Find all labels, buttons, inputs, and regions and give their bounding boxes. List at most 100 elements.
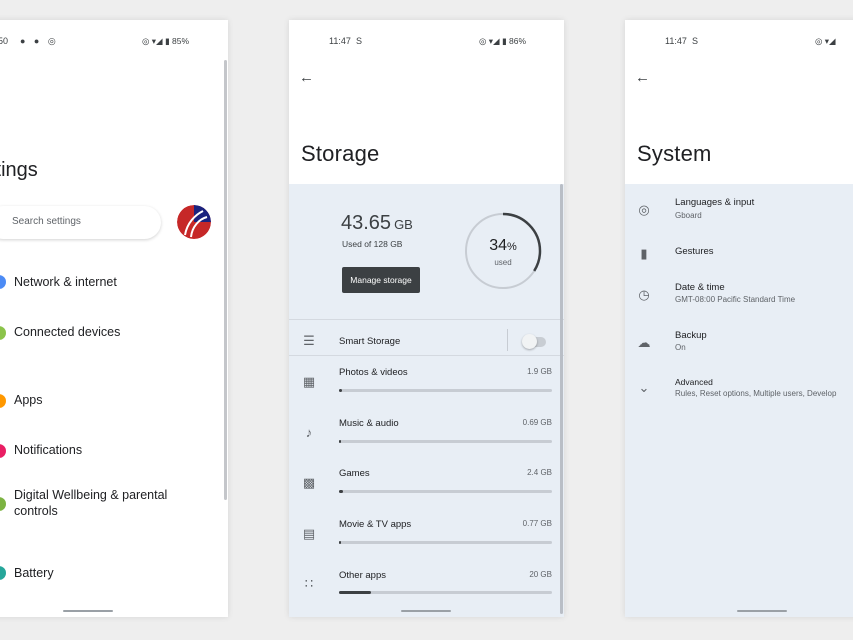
back-arrow-icon[interactable]: ← — [635, 68, 655, 88]
page-title: ttings — [0, 159, 38, 181]
gesture-bar[interactable] — [401, 610, 451, 612]
battery-percent: 85% — [171, 36, 189, 46]
status-bar: 11:47 S ◎ ▾◢ — [625, 36, 853, 48]
settings-item-label-line2: controls — [14, 504, 58, 518]
search-settings-input[interactable]: Search settings — [0, 206, 161, 239]
usage-caption: used — [494, 258, 512, 267]
storage-category-row[interactable]: ♪ Music & audio 0.69 GB — [289, 415, 564, 465]
category-label: Other apps — [339, 570, 386, 581]
toggle-divider — [507, 329, 508, 351]
category-size: 2.4 GB — [527, 468, 552, 477]
settings-screen: 50 ● ● ◎ ◎ ▾◢ ▮ 85% ttings Search settin… — [0, 20, 228, 617]
notification-icons: S — [356, 36, 366, 46]
used-of-total: Used of 128 GB — [342, 239, 403, 249]
scrollbar[interactable] — [224, 60, 227, 500]
storage-category-row[interactable]: ▦ Photos & videos 1.9 GB — [289, 364, 564, 414]
category-usage-bar — [339, 541, 552, 544]
notification-icons: ● ● ◎ — [20, 36, 59, 46]
photos-icon: ▦ — [302, 374, 316, 389]
status-bar: 50 ● ● ◎ ◎ ▾◢ ▮ 85% — [0, 36, 228, 48]
system-item-label: Gestures — [675, 246, 714, 257]
storage-screen: 11:47 S ◎ ▾◢ ▮ 86% ← Storage 43.65 GB Use… — [289, 20, 564, 617]
usage-percent-value: 34 — [489, 237, 507, 254]
settings-item-label: Notifications — [14, 443, 83, 457]
network-icon — [0, 275, 6, 289]
gesture-bar[interactable] — [63, 610, 113, 612]
category-label: Photos & videos — [339, 367, 408, 378]
category-usage-fill — [339, 541, 341, 544]
apps-icon — [0, 394, 6, 408]
gestures-icon: ▮ — [640, 246, 648, 261]
category-usage-bar — [339, 389, 552, 392]
smart-storage-row[interactable]: ☰ Smart Storage — [289, 325, 564, 355]
avatar[interactable] — [177, 205, 211, 239]
divider — [289, 355, 564, 356]
manage-storage-button[interactable]: Manage storage — [342, 267, 420, 293]
used-amount: 43.65 GB — [341, 212, 413, 235]
category-usage-bar — [339, 440, 552, 443]
globe-icon: ◎ — [638, 202, 650, 217]
system-item-label: Backup — [675, 330, 707, 341]
system-item-sub: Gboard — [675, 211, 702, 220]
category-usage-bar — [339, 490, 552, 493]
status-icons: ◎ ▾◢ ▮ 86% — [479, 36, 526, 46]
settings-item-label-line1: Digital Wellbeing & parental — [14, 488, 168, 502]
used-amount-value: 43.65 — [341, 212, 392, 234]
usage-percent-sign: % — [507, 241, 517, 253]
apps-grid-icon: ∷ — [304, 576, 314, 591]
category-usage-fill — [339, 591, 371, 594]
system-item-date-time[interactable]: ◷ Date & time GMT-08:00 Pacific Standard… — [625, 278, 853, 318]
clock-icon: ◷ — [638, 287, 650, 302]
system-item-languages[interactable]: ◎ Languages & input Gboard — [625, 194, 853, 234]
battery-percent: 86% — [508, 36, 526, 46]
used-amount-unit: GB — [394, 217, 413, 232]
status-time: 50 — [0, 36, 9, 46]
category-size: 0.69 GB — [522, 418, 552, 427]
usage-percent: 34% — [463, 237, 543, 255]
page-title: Storage — [301, 141, 380, 166]
status-time: 11:47 — [665, 36, 687, 46]
settings-item-label: Connected devices — [14, 325, 121, 339]
category-size: 20 GB — [529, 570, 552, 579]
category-usage-bar — [339, 591, 552, 594]
settings-item-label: Apps — [14, 393, 43, 407]
gesture-bar[interactable] — [737, 610, 787, 612]
system-item-sub: On — [675, 343, 686, 352]
system-item-label: Advanced — [675, 377, 713, 387]
divider — [289, 319, 564, 320]
status-icons: ◎ ▾◢ ▮ 85% — [142, 36, 189, 46]
system-item-label: Languages & input — [675, 197, 755, 208]
back-arrow-icon[interactable]: ← — [299, 68, 319, 88]
devices-icon — [0, 326, 6, 340]
category-label: Movie & TV apps — [339, 519, 412, 530]
system-item-label: Date & time — [675, 282, 725, 293]
category-size: 1.9 GB — [527, 367, 552, 376]
scrollbar[interactable] — [560, 184, 563, 614]
storage-category-row[interactable]: ▤ Movie & TV apps 0.77 GB — [289, 516, 564, 566]
avatar-image — [177, 205, 211, 239]
storage-panel: 43.65 GB Used of 128 GB Manage storage 34… — [289, 184, 564, 617]
toggle-knob — [522, 334, 537, 349]
category-usage-fill — [339, 490, 344, 493]
battery-icon — [0, 566, 6, 580]
notifications-icon — [0, 444, 6, 458]
search-placeholder: Search settings — [12, 216, 81, 227]
category-usage-fill — [339, 389, 343, 392]
chevron-down-icon: ⌄ — [638, 380, 650, 395]
system-screen: 11:47 S ◎ ▾◢ ← System ◎ Languages & inpu… — [625, 20, 853, 617]
status-bar: 11:47 S ◎ ▾◢ ▮ 86% — [289, 36, 564, 48]
system-item-sub: Rules, Reset options, Multiple users, De… — [675, 389, 837, 398]
movie-icon: ▤ — [302, 526, 316, 541]
settings-item-label: Network & internet — [14, 275, 117, 289]
system-item-sub: GMT-08:00 Pacific Standard Time — [675, 295, 796, 304]
category-usage-fill — [339, 440, 341, 443]
smart-storage-toggle[interactable] — [522, 334, 546, 349]
storage-category-row[interactable]: ▩ Games 2.4 GB — [289, 465, 564, 515]
system-panel: ◎ Languages & input Gboard ▮ Gestures ◷ … — [625, 184, 853, 617]
system-item-gestures[interactable]: ▮ Gestures — [625, 239, 853, 279]
storage-category-row[interactable]: ∷ Other apps 20 GB — [289, 566, 564, 616]
system-item-advanced[interactable]: ⌄ Advanced Rules, Reset options, Multipl… — [625, 373, 853, 413]
category-label: Games — [339, 468, 370, 479]
system-item-backup[interactable]: ☁ Backup On — [625, 326, 853, 366]
cloud-upload-icon: ☁ — [637, 335, 651, 350]
